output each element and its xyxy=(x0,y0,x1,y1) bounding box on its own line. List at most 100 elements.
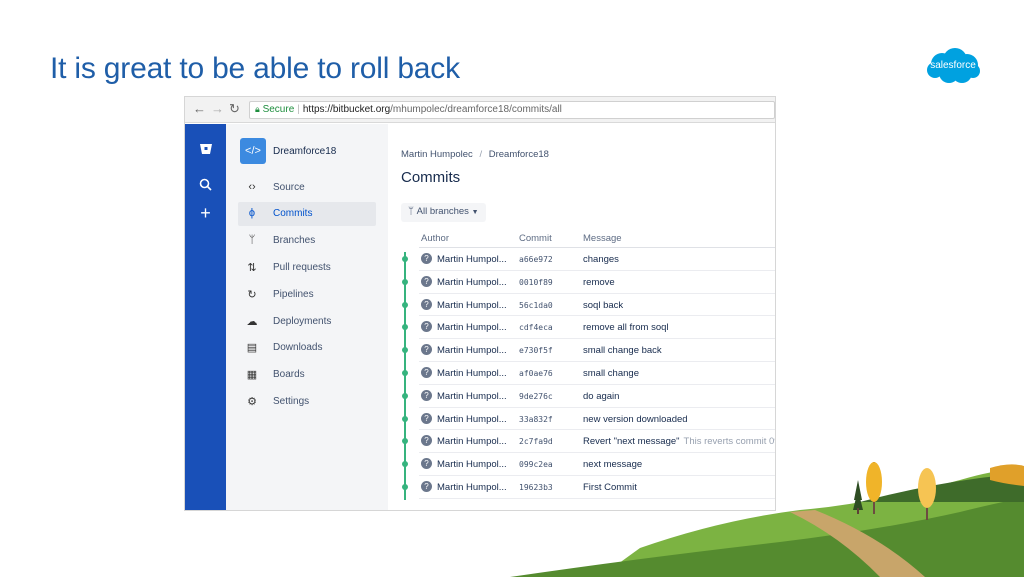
commit-hash[interactable]: a66e972 xyxy=(519,255,553,264)
back-arrow-icon[interactable]: ← xyxy=(193,102,206,116)
commit-graph-dot xyxy=(402,324,408,331)
sidebar-item-source[interactable]: ‹› Source xyxy=(238,176,376,200)
commit-author[interactable]: Martin Humpol... xyxy=(437,414,507,425)
avatar-placeholder-icon: ? xyxy=(421,412,432,424)
commit-graph-dot xyxy=(402,301,408,308)
breadcrumb-user[interactable]: Martin Humpolec xyxy=(401,149,473,160)
repo-name: Dreamforce18 xyxy=(273,146,337,157)
commit-message: small change back xyxy=(583,345,662,356)
repo-avatar: </> xyxy=(240,138,266,164)
commit-author[interactable]: Martin Humpol... xyxy=(437,277,507,288)
breadcrumb: Martin Humpolec / Dreamforce18 xyxy=(401,149,549,160)
url-host: https://bitbucket.org xyxy=(302,104,391,115)
logo-text: salesforce xyxy=(930,60,976,71)
create-plus-icon[interactable]: + xyxy=(185,204,226,222)
table-row[interactable]: ? Martin Humpol... 2c7fa9d Revert "next mes… xyxy=(419,430,775,454)
commit-icon: ϕ xyxy=(248,207,256,219)
repo-sidebar: </> Dreamforce18 ‹› Source ϕ Commits ᛘ B… xyxy=(226,124,388,510)
column-message: Message xyxy=(583,233,622,244)
commit-message: Revert "next message" This reverts commit… xyxy=(583,436,775,447)
gear-icon: ⚙ xyxy=(247,396,257,408)
commit-hash[interactable]: af0ae76 xyxy=(519,369,553,378)
avatar-placeholder-icon: ? xyxy=(421,481,432,492)
bitbucket-logo-icon[interactable] xyxy=(185,142,226,161)
commit-author[interactable]: Martin Humpol... xyxy=(437,459,507,470)
avatar-placeholder-icon: ? xyxy=(421,253,432,264)
commit-hash[interactable]: cdf4eca xyxy=(519,323,553,332)
reload-icon[interactable]: ↻ xyxy=(229,102,240,116)
sidebar-item-pull-requests[interactable]: ⇅ Pull requests xyxy=(238,256,376,280)
column-commit: Commit xyxy=(519,233,552,244)
sidebar-item-pipelines[interactable]: ↻ Pipelines xyxy=(238,283,376,307)
commit-hash[interactable]: 2c7fa9d xyxy=(519,437,553,446)
avatar-placeholder-icon: ? xyxy=(421,298,432,310)
table-row[interactable]: ? Martin Humpol... cdf4eca remove all from … xyxy=(419,316,775,340)
commit-message-text: remove all from soql xyxy=(583,322,669,334)
commit-message-text: small change back xyxy=(583,345,662,357)
avatar-placeholder-icon: ? xyxy=(421,275,432,287)
commit-hash[interactable]: 099c2ea xyxy=(519,460,553,469)
table-row[interactable]: ? Martin Humpol... 56c1da0 soql back xyxy=(419,294,775,317)
commit-hash[interactable]: 9de276c xyxy=(519,392,553,401)
sidebar-item-label: Boards xyxy=(273,369,305,380)
commit-hash[interactable]: 56c1da0 xyxy=(519,301,553,310)
deployments-icon: ☁ xyxy=(246,316,258,328)
commit-message-text: small change xyxy=(583,368,639,379)
breadcrumb-repo[interactable]: Dreamforce18 xyxy=(489,149,549,160)
commit-message: soql back xyxy=(583,300,623,311)
sidebar-item-label: Branches xyxy=(273,235,316,246)
branch-filter-dropdown[interactable]: ᛘ All branches ▼ xyxy=(401,203,486,222)
secure-label: Secure xyxy=(262,104,295,115)
salesforce-logo: salesforce xyxy=(925,46,981,86)
commit-graph-dot xyxy=(402,392,408,399)
avatar-placeholder-icon: ? xyxy=(421,367,432,378)
sidebar-item-branches[interactable]: ᛘ Branches xyxy=(238,229,376,253)
table-row[interactable]: ? Martin Humpol... e730f5f small change bac… xyxy=(419,339,775,362)
table-row[interactable]: ? Martin Humpol... 9de276c do again xyxy=(419,385,775,408)
commits-table-header: Author Commit Message xyxy=(419,228,775,248)
sidebar-item-commits[interactable]: ϕ Commits xyxy=(238,202,376,226)
page-title: Commits xyxy=(401,169,461,186)
table-row[interactable]: ? Martin Humpol... af0ae76 small change xyxy=(419,362,775,385)
sidebar-item-deployments[interactable]: ☁ Deployments xyxy=(238,310,376,334)
commit-author[interactable]: Martin Humpol... xyxy=(437,436,507,447)
search-icon[interactable] xyxy=(185,178,226,194)
sidebar-item-downloads[interactable]: ▤ Downloads xyxy=(238,336,376,360)
commit-author[interactable]: Martin Humpol... xyxy=(437,391,507,402)
commit-author[interactable]: Martin Humpol... xyxy=(437,254,507,265)
commit-author[interactable]: Martin Humpol... xyxy=(437,322,507,333)
commit-message: First Commit xyxy=(583,482,637,493)
avatar-placeholder-icon: ? xyxy=(421,321,432,333)
commit-hash[interactable]: 0010f89 xyxy=(519,278,553,287)
forward-arrow-icon[interactable]: → xyxy=(211,102,224,116)
commit-author[interactable]: Martin Humpol... xyxy=(437,345,507,356)
table-row[interactable]: ? Martin Humpol... 33a832f new version down… xyxy=(419,408,775,431)
boards-icon: ▦ xyxy=(246,369,258,381)
commit-message-text: remove xyxy=(583,276,615,288)
browser-toolbar: ← → ↻ 🔒︎ Secure | https://bitbucket.org/mh… xyxy=(185,97,775,123)
downloads-icon: ▤ xyxy=(246,342,258,354)
avatar-placeholder-icon: ? xyxy=(421,344,432,356)
table-row[interactable]: ? Martin Humpol... 099c2ea next message xyxy=(419,453,775,476)
commit-hash[interactable]: 19623b3 xyxy=(519,483,553,492)
commit-hash[interactable]: e730f5f xyxy=(519,346,553,355)
branch-icon: ᛘ xyxy=(248,234,256,246)
breadcrumb-separator: / xyxy=(479,149,483,160)
commit-message: next message xyxy=(583,459,642,470)
address-bar[interactable]: 🔒︎ Secure | https://bitbucket.org/mhumpole… xyxy=(249,101,775,119)
table-row[interactable]: ? Martin Humpol... 19623b3 First Commit xyxy=(419,476,775,499)
lock-icon: 🔒︎ xyxy=(255,104,260,114)
commit-graph-dot xyxy=(402,438,408,445)
slide-title: It is great to be able to roll back xyxy=(50,52,460,85)
commit-hash[interactable]: 33a832f xyxy=(519,415,553,424)
commit-graph-dot xyxy=(402,256,408,262)
table-row[interactable]: ? Martin Humpol... a66e972 changes xyxy=(419,248,775,271)
commit-author[interactable]: Martin Humpol... xyxy=(437,482,507,493)
commit-author[interactable]: Martin Humpol... xyxy=(437,368,507,379)
sidebar-item-boards[interactable]: ▦ Boards xyxy=(238,363,376,387)
commit-message-text: First Commit xyxy=(583,482,637,493)
commit-graph-dot xyxy=(402,415,408,422)
table-row[interactable]: ? Martin Humpol... 0010f89 remove xyxy=(419,271,775,294)
sidebar-item-settings[interactable]: ⚙ Settings xyxy=(238,390,376,414)
commit-author[interactable]: Martin Humpol... xyxy=(437,300,507,311)
